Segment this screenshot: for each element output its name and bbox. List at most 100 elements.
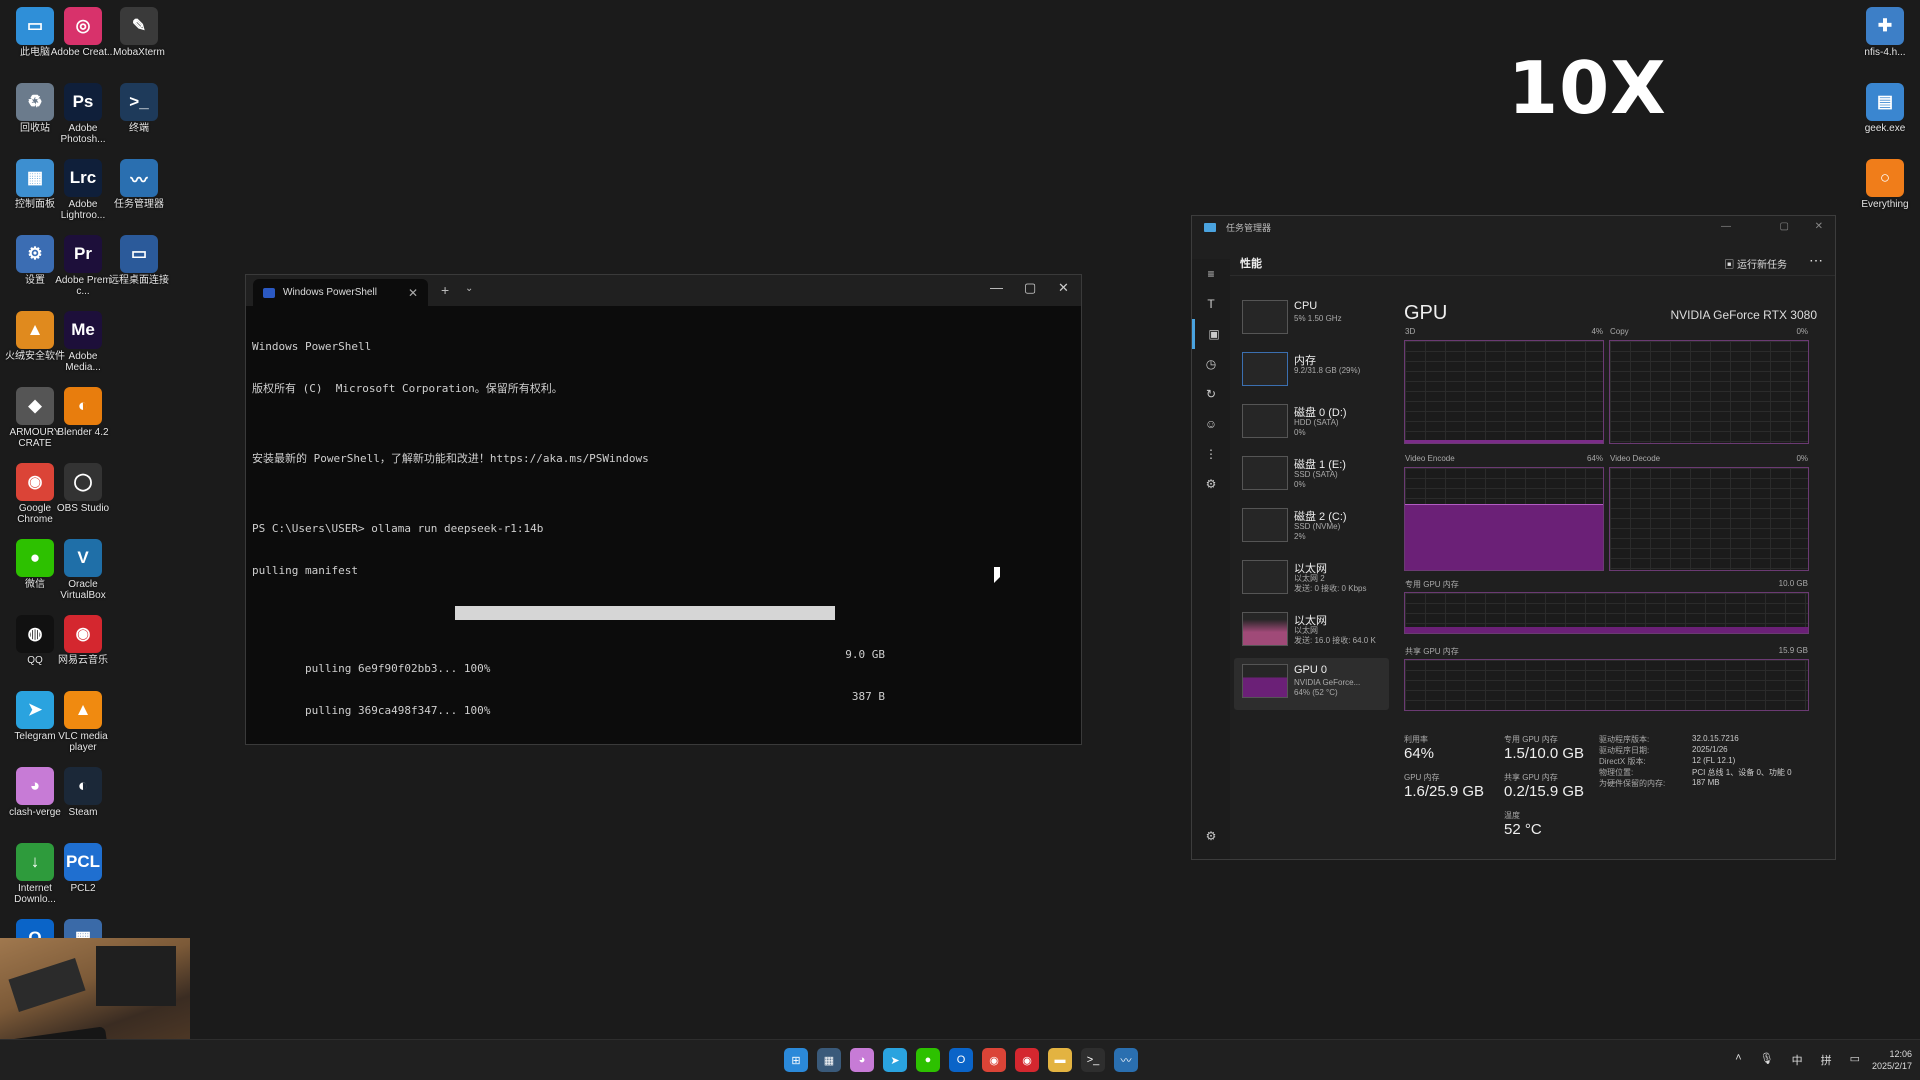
terminal-line: 版权所有 (C) Microsoft Corporation。保留所有权利。 [252, 382, 563, 395]
desktop-icon[interactable]: ○ Everything [1850, 159, 1920, 232]
taskmgr2-taskbar-icon[interactable]: 〰 [1114, 1048, 1138, 1072]
info-row: 驱动程序版本: 32.0.15.7216 [1599, 734, 1819, 745]
microphone-icon[interactable]: 🎙 [1760, 1052, 1774, 1068]
stat-label: 专用 GPU 内存 [1504, 735, 1558, 744]
run-new-task-label: 运行新任务 [1737, 260, 1787, 271]
resource-item[interactable]: 以太网 以太网 2 发送: 0 接收: 0 Kbps [1234, 554, 1389, 606]
desktop-icon[interactable]: V Oracle VirtualBox [48, 539, 118, 612]
netease-taskbar-icon[interactable]: ◉ [1015, 1048, 1039, 1072]
desktop-icon-label: 远程桌面连接 [109, 275, 169, 286]
app-history-icon[interactable]: ◷ [1192, 349, 1230, 379]
graph-label: Video Encode [1405, 454, 1455, 463]
terminal-tab[interactable]: Windows PowerShell ✕ [253, 279, 428, 306]
resource-item[interactable]: CPU 5% 1.50 GHz [1234, 294, 1389, 346]
desktop-icon[interactable]: 〰任务管理器 [104, 159, 174, 232]
terminal-titlebar[interactable]: Windows PowerShell ✕ + ⌄ — ▢ ✕ [246, 275, 1081, 306]
performance-icon[interactable]: ▣ [1192, 319, 1233, 349]
graph-video-decode[interactable]: Video Decode 0% [1609, 454, 1809, 571]
resource-item[interactable]: 磁盘 1 (E:) SSD (SATA) 0% [1234, 450, 1389, 502]
graph-video-encode[interactable]: Video Encode 64% [1404, 454, 1604, 571]
network-icon[interactable]: ▭ [1850, 1052, 1860, 1068]
taskmgr-taskbar-icon[interactable]: ▦ [817, 1048, 841, 1072]
desktop-icon[interactable]: ✚ nfis-4.h... [1850, 7, 1920, 80]
desktop-icon[interactable]: >_ 终端 [104, 83, 174, 156]
more-options-icon[interactable]: ⋯ [1809, 252, 1823, 269]
photoshop-icon: Ps [64, 83, 102, 121]
stat-label: GPU 内存 [1404, 773, 1440, 782]
desktop-icon[interactable]: ✎ MobaXterm [104, 7, 174, 80]
desktop-icon[interactable]: ◯ OBS Studio [48, 463, 118, 536]
stat-utilization: 利用率 64% [1404, 734, 1434, 762]
resource-thumbnail [1242, 404, 1288, 438]
close-icon[interactable]: ✕ [1058, 280, 1069, 296]
maximize-icon[interactable]: ▢ [1780, 221, 1789, 232]
terminal-window[interactable]: Windows PowerShell ✕ + ⌄ — ▢ ✕ Windows P… [245, 274, 1082, 745]
minimize-icon[interactable]: — [990, 280, 1003, 295]
chevron-up-icon[interactable]: ˄ [1735, 1052, 1741, 1068]
info-value: 12 (FL 12.1) [1692, 756, 1736, 765]
clock[interactable]: 12:06 2025/2/17 [1872, 1048, 1912, 1072]
graph-shared-memory[interactable]: 共享 GPU 内存 15.9 GB [1404, 646, 1809, 711]
powershell-icon [263, 287, 275, 298]
overlay-title: 10X [1508, 46, 1667, 130]
task-manager-titlebar[interactable]: 任务管理器 — ▢ ✕ [1192, 216, 1835, 238]
hamburger-menu-icon[interactable]: ≡ [1192, 259, 1230, 289]
resource-item[interactable]: GPU 0 NVIDIA GeForce... 64% (52 °C) [1234, 658, 1389, 710]
info-row: DirectX 版本: 12 (FL 12.1) [1599, 756, 1819, 767]
run-new-task-button[interactable]: ▣ 运行新任务 [1724, 256, 1787, 271]
desktop-icon[interactable]: ◐ Steam [48, 767, 118, 840]
info-value: PCI 总线 1、设备 0、功能 0 [1692, 768, 1792, 777]
graph-pct: 0% [1796, 327, 1808, 336]
details-icon[interactable]: ⋮ [1192, 439, 1230, 469]
minimize-icon[interactable]: — [1721, 221, 1731, 232]
resource-sub: 9.2/31.8 GB (29%) [1294, 366, 1361, 375]
task-manager-window[interactable]: 任务管理器 — ▢ ✕ ≡ T ▣ ◷ ↻ ☺ ⋮ ⚙ ⚙ 性能 ▣ 运行新任务… [1191, 215, 1836, 860]
section-title: 性能 [1240, 258, 1262, 270]
remote-desktop-icon: ▭ [120, 235, 158, 273]
chrome-taskbar-icon[interactable]: ◉ [982, 1048, 1006, 1072]
startup-apps-icon[interactable]: ↻ [1192, 379, 1230, 409]
new-tab-icon[interactable]: + [441, 282, 449, 298]
settings-icon[interactable]: ⚙ [1192, 821, 1230, 851]
close-tab-icon[interactable]: ✕ [408, 286, 418, 300]
graph-copy[interactable]: Copy 0% [1609, 327, 1809, 444]
desktop-icon[interactable]: ◐ Blender 4.2 [48, 387, 118, 460]
resource-sub: NVIDIA GeForce... 64% (52 °C) [1294, 678, 1361, 697]
processes-icon[interactable]: T [1192, 289, 1230, 319]
desktop-icon-label: VLC media player [58, 731, 108, 753]
outlook-taskbar-icon[interactable]: O [949, 1048, 973, 1072]
desktop-icon[interactable]: ▤ geek.exe [1850, 83, 1920, 156]
close-icon[interactable]: ✕ [1815, 221, 1823, 232]
resource-thumbnail [1242, 560, 1288, 594]
start-icon[interactable]: ⊞ [784, 1048, 808, 1072]
taskbar: ⊞ ▦ ◕ ➤ ● O ◉ ◉ ▬ >_ 〰 ˄ 🎙 中 拼 ▭ 12:06 2025/2/17 [0, 1039, 1920, 1080]
terminal-taskbar-icon[interactable]: >_ [1081, 1048, 1105, 1072]
graph-pct: 0% [1796, 454, 1808, 463]
services-icon[interactable]: ⚙ [1192, 469, 1230, 499]
resource-item[interactable]: 以太网 以太网 发送: 16.0 接收: 64.0 K [1234, 606, 1389, 658]
graph-3d[interactable]: 3D 4% [1404, 327, 1604, 444]
graph-label: 共享 GPU 内存 [1405, 647, 1459, 656]
pull-progress: pulling 6e9f90f02bb3... 100% 9.0 GB pull… [252, 606, 1075, 717]
chevron-down-icon[interactable]: ⌄ [465, 283, 473, 294]
wechat-taskbar-icon[interactable]: ● [916, 1048, 940, 1072]
resource-item[interactable]: 磁盘 2 (C:) SSD (NVMe) 2% [1234, 502, 1389, 554]
explorer-taskbar-icon[interactable]: ▬ [1048, 1048, 1072, 1072]
ime-indicator[interactable]: 中 [1792, 1052, 1803, 1068]
terminal-output[interactable]: Windows PowerShell 版权所有 (C) Microsoft Co… [246, 306, 1081, 717]
resource-item[interactable]: 内存 9.2/31.8 GB (29%) [1234, 346, 1389, 398]
users-icon[interactable]: ☺ [1192, 409, 1230, 439]
desktop-icon[interactable]: ▲ VLC media player [48, 691, 118, 764]
clash-taskbar-icon[interactable]: ◕ [850, 1048, 874, 1072]
ime-layout-indicator[interactable]: 拼 [1821, 1052, 1832, 1068]
desktop-icon[interactable]: Me Adobe Media... [48, 311, 118, 384]
usb-tool-icon: ✚ [1866, 7, 1904, 45]
graph-dedicated-memory[interactable]: 专用 GPU 内存 10.0 GB [1404, 579, 1809, 634]
resource-item[interactable]: 磁盘 0 (D:) HDD (SATA) 0% [1234, 398, 1389, 450]
progress-bar [455, 606, 835, 620]
desktop-icon[interactable]: PCL PCL2 [48, 843, 118, 916]
desktop-icon[interactable]: ◉ 网易云音乐 [48, 615, 118, 688]
telegram-taskbar-icon[interactable]: ➤ [883, 1048, 907, 1072]
desktop-icon[interactable]: ▭ 远程桌面连接 [104, 235, 174, 308]
maximize-icon[interactable]: ▢ [1024, 280, 1036, 296]
